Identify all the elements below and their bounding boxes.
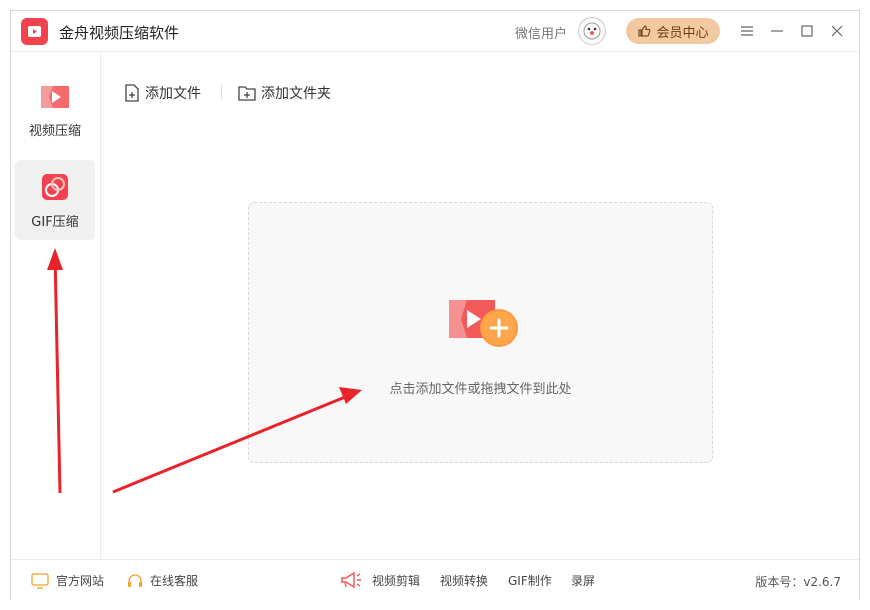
close-button[interactable] — [827, 21, 847, 41]
avatar-icon — [583, 22, 601, 40]
app-title: 金舟视频压缩软件 — [59, 24, 180, 42]
add-folder-icon — [238, 86, 256, 101]
megaphone-icon — [340, 570, 362, 590]
user-avatar[interactable] — [578, 17, 606, 45]
add-file-label: 添加文件 — [145, 86, 201, 102]
add-folder-button[interactable]: 添加文件夹 — [238, 83, 331, 103]
minimize-icon — [771, 30, 783, 32]
vip-center-label: 会员中心 — [656, 25, 709, 41]
maximize-icon — [801, 25, 813, 37]
app-window: 金舟视频压缩软件 微信用户 会员中心 视频压缩 GIF压缩 添加文件 添加文件夹… — [10, 10, 860, 600]
add-file-icon — [125, 84, 139, 102]
toolbar-divider — [221, 84, 222, 100]
sidebar-item-video-compress[interactable]: 视频压缩 — [15, 70, 95, 150]
drop-zone-hint: 点击添加文件或拖拽文件到此处 — [389, 382, 572, 397]
file-drop-zone[interactable]: 点击添加文件或拖拽文件到此处 — [248, 202, 713, 463]
menu-icon — [741, 26, 753, 36]
user-name[interactable]: 微信用户 — [515, 23, 567, 42]
official-site-link[interactable]: 官方网站 — [31, 572, 104, 589]
thumbs-up-icon — [638, 25, 651, 37]
gif-icon — [42, 173, 68, 200]
vip-center-button[interactable]: 会员中心 — [626, 18, 720, 44]
sidebar-item-label: 视频压缩 — [28, 123, 81, 139]
bottom-bar: 官方网站 在线客服 视频剪辑 视频转换 GIF制作 录屏 版本号：v2.6.7 — [11, 559, 859, 600]
app-logo-icon — [21, 18, 48, 45]
add-file-button[interactable]: 添加文件 — [124, 83, 201, 103]
add-video-icon — [449, 300, 518, 347]
maximize-button[interactable] — [797, 21, 817, 41]
online-service-label: 在线客服 — [150, 574, 199, 588]
close-icon — [831, 25, 843, 37]
menu-button[interactable] — [737, 21, 757, 41]
minimize-button[interactable] — [767, 21, 787, 41]
video-convert-link[interactable]: 视频转换 — [440, 572, 488, 589]
screen-record-link[interactable]: 录屏 — [571, 572, 595, 589]
sidebar-item-gif-compress[interactable]: GIF压缩 — [15, 160, 95, 240]
version-label: 版本号：v2.6.7 — [755, 575, 841, 589]
gif-make-link[interactable]: GIF制作 — [508, 572, 552, 589]
sidebar-item-label: GIF压缩 — [31, 214, 79, 230]
add-folder-label: 添加文件夹 — [261, 86, 331, 102]
video-edit-link[interactable]: 视频剪辑 — [372, 572, 420, 589]
sidebar: 视频压缩 GIF压缩 — [11, 52, 101, 559]
official-site-label: 官方网站 — [56, 574, 105, 588]
monitor-icon — [31, 572, 49, 589]
headset-icon — [128, 573, 142, 587]
online-service-link[interactable]: 在线客服 — [127, 572, 198, 589]
title-bar: 金舟视频压缩软件 微信用户 会员中心 — [11, 11, 859, 52]
video-play-icon — [41, 85, 69, 108]
